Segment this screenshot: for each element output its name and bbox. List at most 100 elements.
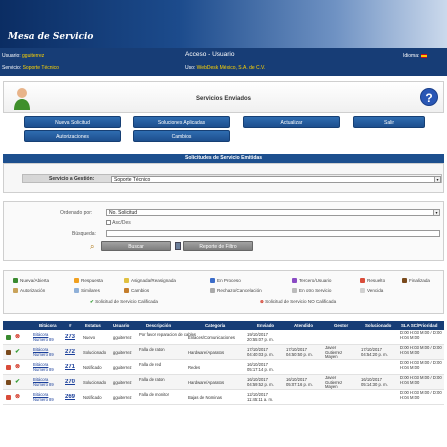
in-process-icon xyxy=(210,278,215,284)
service-selector-label: Servicio a Gestión: xyxy=(49,176,95,182)
status-flag-icon xyxy=(6,335,11,340)
table-row[interactable]: ⊗ Bitácora Numero 89 269 Notificado gguiterr… xyxy=(3,390,444,405)
user-label: Usuario: xyxy=(2,53,21,59)
similar-icon xyxy=(74,288,79,294)
col-status[interactable]: Estatus xyxy=(85,323,101,328)
response-icon xyxy=(74,278,79,284)
request-number-link[interactable]: 271 xyxy=(65,364,75,370)
language-label: Idioma: xyxy=(403,53,420,59)
new-request-button[interactable]: Nueva Solicitud xyxy=(24,116,121,128)
bitacora-link[interactable]: Bitácora Numero 89 xyxy=(33,377,61,387)
chevron-down-icon: ▾ xyxy=(433,210,439,215)
cross-circle-icon: ⊗ xyxy=(15,334,21,340)
col-attended[interactable]: Atendido xyxy=(294,323,313,328)
sent-cell: 16/10/2017 05:17:14 p. m. xyxy=(247,362,274,372)
sent-cell: 19/10/2017 20:55:07 p. m. xyxy=(247,332,274,342)
status-legend: Nueva/Abierta Respuesta Asignada/Reasign… xyxy=(3,270,444,314)
page-title: Servicios Enviados xyxy=(195,96,252,102)
bitacora-link[interactable]: Bitácora Numero 89 xyxy=(33,362,61,372)
attended-cell: 17/10/2017 04:50:50 p. m. xyxy=(286,347,313,357)
table-row[interactable]: ⊗ Bitácora Numero 89 271 Notificado gguiterr… xyxy=(3,360,444,375)
status-flag-icon xyxy=(6,380,11,385)
refresh-button[interactable]: Actualizar xyxy=(243,116,340,128)
sla-cell: D:00 H:03 M:00 / D:00 H:04 M:00 xyxy=(400,331,442,340)
table-row[interactable]: ✔ Bitácora Numero 89 272 Solucionado gguiter… xyxy=(3,345,444,360)
rejection-icon xyxy=(210,288,215,294)
changes-button[interactable]: Cambios xyxy=(133,130,230,142)
service-label: Servicio: xyxy=(2,65,22,71)
user-cell: gguiterrez xyxy=(113,395,132,400)
solved-cell: 16/10/2017 05:14:30 p. m. xyxy=(361,377,388,387)
status-cell: Solucionado xyxy=(83,350,107,355)
chevron-down-icon: ▾ xyxy=(434,177,440,182)
status-flag-icon xyxy=(6,350,11,355)
exit-button[interactable]: Salir xyxy=(353,116,425,128)
col-sla[interactable]: SLA SC/Prioridad xyxy=(401,323,437,328)
user-info-bar: Usuario: gguiterrez Acceso - Usuario Idi… xyxy=(0,48,447,76)
legend-not-rated: Solicitud de Servicio NO Calificada xyxy=(265,299,337,304)
sla-cell: D:00 H:03 M:00 / D:00 H:04 M:00 xyxy=(400,346,442,355)
user-value: gguiterrez xyxy=(22,53,45,59)
bitacora-link[interactable]: Bitácora Numero 89 xyxy=(33,392,61,402)
use-label: Uso: xyxy=(185,65,196,71)
category-cell: Bajas de Nominas xyxy=(188,395,222,400)
legend-assigned: Asignada/Reasignada xyxy=(131,278,176,283)
col-manager[interactable]: Gestor xyxy=(334,323,348,328)
legend-resolved: Resuelto xyxy=(367,278,386,283)
sent-cell: 16/10/2017 04:59:52 p. m. xyxy=(247,377,274,387)
applied-solutions-button[interactable]: Soluciones Aplicadas xyxy=(133,116,230,128)
col-user[interactable]: Usuario xyxy=(113,323,129,328)
report-icon xyxy=(175,242,181,250)
search-icon: ⌕ xyxy=(90,242,95,251)
request-number-link[interactable]: 273 xyxy=(65,334,75,340)
status-cell: Nuevo xyxy=(83,335,96,340)
request-number-link[interactable]: 272 xyxy=(65,349,75,355)
request-number-link[interactable]: 269 xyxy=(65,394,75,400)
help-icon[interactable]: ? xyxy=(420,88,438,106)
legend-response: Respuesta xyxy=(81,278,103,283)
bitacora-link[interactable]: Bitácora Numero 89 xyxy=(33,347,61,357)
authorization-icon xyxy=(13,288,18,294)
status-cell: Solucionado xyxy=(83,380,107,385)
asc-desc-checkbox[interactable] xyxy=(106,220,111,226)
col-description[interactable]: Descripción xyxy=(146,323,171,328)
authorizations-button[interactable]: Autorizaciones xyxy=(24,130,121,142)
table-row[interactable]: ⊗ Bitácora Numero 89 273 Nuevo gguiterrez Por… xyxy=(3,330,444,345)
third-party-icon xyxy=(292,278,297,284)
service-select[interactable]: Soporte Técnico ▾ xyxy=(111,176,441,183)
col-category[interactable]: Categoría xyxy=(205,323,225,328)
bitacora-link[interactable]: Bitácora Numero 89 xyxy=(33,332,61,342)
check-icon: ✔ xyxy=(90,299,94,304)
requests-table: Bitácora # Estatus Usuario Descripción C… xyxy=(3,321,444,405)
status-cell: Notificado xyxy=(83,365,102,370)
sla-cell: D:00 H:03 M:00 / D:00 H:04 M:00 xyxy=(400,361,442,370)
request-number-link[interactable]: 270 xyxy=(65,379,75,385)
service-selector-bar: Servicio a Gestión: Soporte Técnico ▾ xyxy=(22,174,442,183)
status-flag-icon xyxy=(6,365,11,370)
user-cell: gguiterrez xyxy=(113,365,132,370)
col-bitacora[interactable]: Bitácora xyxy=(39,323,57,328)
assigned-icon xyxy=(124,278,129,284)
legend-similar: Similares xyxy=(81,288,100,293)
table-body: ⊗ Bitácora Numero 89 273 Nuevo gguiterrez Por… xyxy=(3,330,444,405)
solved-cell: 17/10/2017 04:54:20 p. m. xyxy=(361,347,388,357)
sent-cell: 12/10/2017 11:45:11 a. m. xyxy=(247,392,274,402)
other-service-icon xyxy=(292,288,297,294)
filter-report-button[interactable]: Reporte de Filtro xyxy=(183,241,253,251)
col-solved[interactable]: Solucionado xyxy=(365,323,391,328)
table-row[interactable]: ✔ Bitácora Numero 89 270 Solucionado gguiter… xyxy=(3,375,444,390)
check-icon: ✔ xyxy=(15,379,21,385)
search-input[interactable] xyxy=(106,230,440,237)
changes-icon xyxy=(124,288,129,294)
spain-flag-icon[interactable] xyxy=(420,53,427,58)
service-select-value: Soporte Técnico xyxy=(114,177,151,183)
search-button[interactable]: Buscar xyxy=(101,241,171,251)
col-sent[interactable]: Enviado xyxy=(257,323,274,328)
legend-authorization: Autorización xyxy=(20,288,46,293)
category-cell: Hardware/Aparatos xyxy=(188,350,225,355)
order-by-select[interactable]: No. Solicitud ▾ xyxy=(106,209,440,216)
col-number[interactable]: # xyxy=(69,323,71,328)
section-title: Solicitudes de Servicio Emitidas xyxy=(3,154,444,163)
status-flag-icon xyxy=(6,395,11,400)
category-cell: Enlaces/Comunicaciones xyxy=(188,335,236,340)
